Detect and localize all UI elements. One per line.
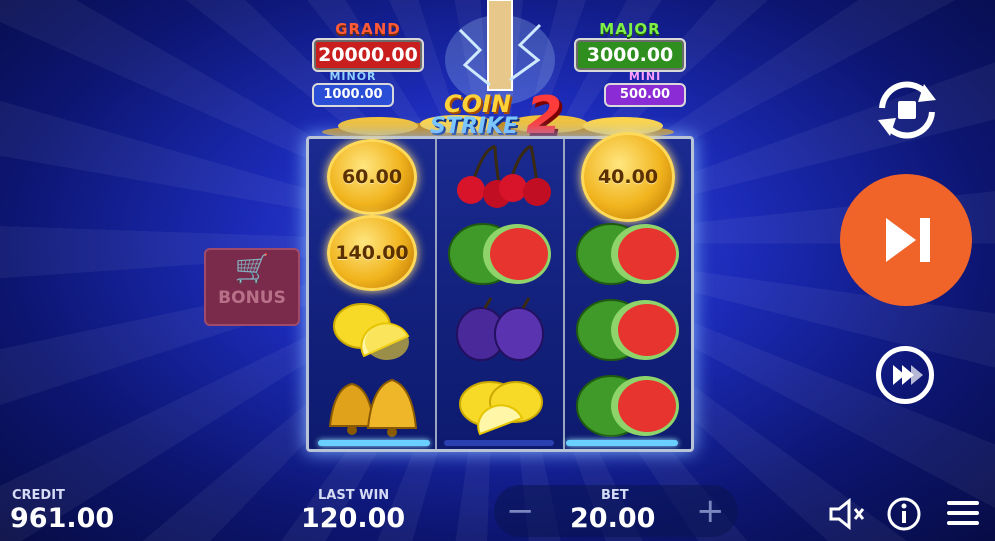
plums-icon [456,297,544,361]
credit-value: 961.00 [10,503,115,534]
reel-cell: 60.00 [309,139,435,215]
bet-decrease-button[interactable]: − [506,494,535,528]
jackpot-major-value: 3000.00 [574,38,686,72]
coin-symbol: 140.00 [327,215,417,291]
reel-2-indicator [444,440,554,446]
last-win-label: LAST WIN [318,488,390,503]
coin-value: 140.00 [335,242,409,264]
lemon-icon [459,381,543,436]
last-win-value: 120.00 [301,503,406,534]
jackpot-grand: GRAND 20000.00 [312,20,424,72]
reel-cell [565,367,691,443]
reel-cell [437,291,563,367]
coin-value: 40.00 [597,166,659,188]
jackpot-mini: MINI 500.00 [604,70,686,107]
reel-frame: 60.00 140.00 40.00 [306,132,694,452]
reel-3-indicator [566,440,678,446]
credit-label: CREDIT [12,488,65,503]
jackpot-mini-label: MINI [628,70,662,83]
bet-value: 20.00 [570,503,656,534]
spin-button[interactable] [840,174,972,306]
watermelon-icon [576,299,679,361]
jackpot-major-label: MAJOR [599,20,661,38]
skip-forward-icon [886,218,930,262]
coin-symbol: 60.00 [327,139,417,215]
reel-3: 40.00 [565,132,691,449]
jackpot-minor-label: MINOR [329,70,377,83]
shopping-cart-icon: 🛒 [234,252,270,285]
jackpot-mini-value: 500.00 [604,83,686,107]
cherries-icon [457,144,551,208]
reel-cell: 40.00 [565,132,691,222]
reel-cell [565,291,691,367]
reel-cell [437,215,563,291]
reel-1-indicator [318,440,430,446]
bells-icon [328,378,418,437]
reel-1: 60.00 140.00 [309,139,437,449]
lemon-icon [333,303,410,360]
turbo-button[interactable] [876,346,934,404]
watermelon-icon [576,223,679,285]
reel-2 [437,139,565,449]
reel-cell [437,367,563,443]
reel-cell [309,291,435,367]
reel-cell: 140.00 [309,215,435,291]
jackpot-major: MAJOR 3000.00 [574,20,686,72]
jackpot-minor-value: 1000.00 [312,83,394,107]
watermelon-icon [448,223,551,285]
coin-value: 60.00 [341,166,403,188]
bonus-label: BONUS [218,288,286,308]
bonus-buy-button[interactable]: 🛒 BONUS [204,248,300,326]
fast-forward-icon [893,365,923,385]
reel-cell [437,139,563,215]
jackpot-grand-value: 20000.00 [312,38,424,72]
reel-cell [565,215,691,291]
coin-symbol: 40.00 [581,132,675,222]
autoplay-button[interactable] [872,78,942,142]
reel-cell [309,367,435,443]
info-icon[interactable] [886,496,922,532]
jackpot-grand-label: GRAND [335,20,401,38]
jackpot-minor: MINOR 1000.00 [312,70,394,107]
bet-label: BET [601,488,629,503]
menu-icon[interactable] [945,498,981,528]
bet-increase-button[interactable]: + [696,494,725,528]
watermelon-icon [576,375,679,437]
sound-muted-icon[interactable] [827,498,867,530]
